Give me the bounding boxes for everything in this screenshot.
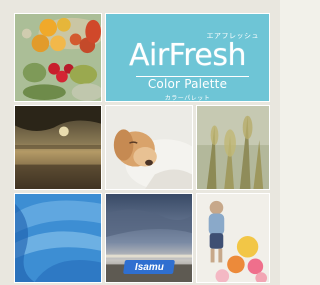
sunset-photo (14, 105, 102, 190)
title-main: AirFresh (128, 38, 247, 73)
dog-photo (105, 105, 193, 190)
photo-grid: エアフレッシュ AirFresh Color Palette カラーパレット I… (0, 0, 280, 285)
title-panel: エアフレッシュ AirFresh Color Palette カラーパレット (105, 13, 270, 102)
fruit-vegetables-photo (14, 13, 102, 102)
title-subtitle: Color Palette (147, 77, 228, 91)
water-photo (14, 193, 102, 283)
isamu-logo: Isamu (123, 260, 175, 274)
isamu-logo-text: Isamu (134, 261, 164, 273)
sky-photo: Isamu (105, 193, 193, 283)
child-balloons-photo (196, 193, 270, 283)
grass-photo (196, 105, 270, 190)
title-subtitle-kana: カラーパレット (164, 95, 211, 102)
